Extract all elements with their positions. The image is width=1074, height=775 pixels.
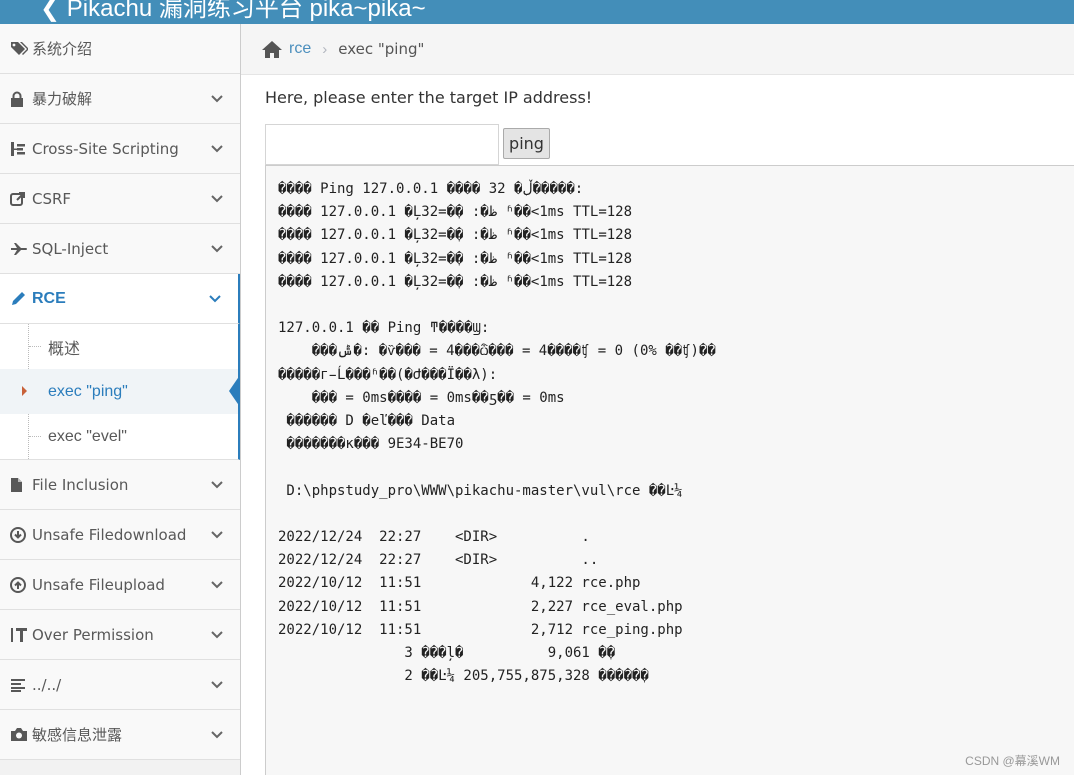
align-left-icon [10, 678, 30, 692]
sidebar-item-sqli[interactable]: SQL-Inject [0, 224, 240, 274]
app-logo-icon: ❮ [40, 0, 61, 22]
submenu-item-exec-evel[interactable]: exec "evel" [0, 414, 238, 459]
submenu-item-label: 概述 [48, 340, 81, 358]
upload-icon [10, 576, 30, 593]
sidebar-item-label: 暴力破解 [32, 90, 93, 108]
submenu-item-label: exec "evel" [48, 427, 127, 445]
sidebar-item-xss[interactable]: Cross-Site Scripting [0, 124, 240, 174]
rce-submenu: 概述 exec "ping" exec "evel" [0, 324, 240, 460]
tags-icon [10, 41, 30, 57]
share-icon [10, 191, 30, 207]
sidebar-item-label: 敏感信息泄露 [32, 726, 123, 744]
sidebar-item-file-inclusion[interactable]: File Inclusion [0, 460, 240, 510]
sidebar-item-filedownload[interactable]: Unsafe Filedownload [0, 510, 240, 560]
ip-address-input[interactable] [265, 124, 499, 165]
chevron-down-icon [211, 481, 223, 489]
chevron-down-icon [211, 245, 223, 253]
download-icon [10, 526, 30, 543]
ip-prompt-text: Here, please enter the target IP address… [265, 88, 593, 107]
chevron-down-icon [211, 95, 223, 103]
watermark: CSDN @幕溪WM [965, 754, 1060, 768]
sitemap-icon [10, 141, 30, 157]
breadcrumb-separator-icon: › [322, 40, 328, 58]
breadcrumb-current: exec "ping" [338, 40, 425, 58]
pencil-icon [10, 291, 30, 307]
sidebar-item-label: Cross-Site Scripting [32, 139, 179, 158]
ping-button[interactable]: ping [503, 128, 550, 159]
plane-icon [10, 242, 30, 256]
sidebar-item-info-leak[interactable]: 敏感信息泄露 [0, 710, 240, 760]
sidebar-item-intro[interactable]: 系统介绍 [0, 24, 240, 74]
sidebar-item-label: SQL-Inject [32, 239, 109, 258]
caret-right-icon [22, 386, 27, 396]
breadcrumb: rce › exec "ping" [241, 24, 1074, 75]
sidebar-item-fileupload[interactable]: Unsafe Fileupload [0, 560, 240, 610]
home-icon[interactable] [261, 39, 283, 59]
sidebar-item-label: File Inclusion [32, 475, 129, 494]
submenu-item-exec-ping[interactable]: exec "ping" [0, 369, 240, 414]
chevron-down-icon [211, 631, 223, 639]
sidebar-item-label: Unsafe Filedownload [32, 525, 187, 544]
submenu-item-overview[interactable]: 概述 [0, 324, 238, 369]
chevron-down-icon [211, 145, 223, 153]
submenu-item-label: exec "ping" [48, 382, 128, 400]
file-icon [10, 477, 30, 493]
top-navbar: ❮ Pikachu 漏洞练习平台 pika~pika~ [0, 0, 1074, 24]
chevron-down-icon [211, 531, 223, 539]
command-output-panel: ���� Ping 127.0.0.1 ���� 32 �ֽڵ�����: ��… [265, 165, 1074, 775]
chevron-down-icon [211, 731, 223, 739]
chevron-down-icon [211, 581, 223, 589]
sidebar-item-label: Over Permission [32, 625, 154, 644]
camera-icon [10, 727, 30, 742]
sidebar-item-label: CSRF [32, 189, 72, 208]
sidebar-item-bruteforce[interactable]: 暴力破解 [0, 74, 240, 124]
app-title[interactable]: ❮ Pikachu 漏洞练习平台 pika~pika~ [40, 0, 426, 23]
sidebar-item-rce[interactable]: RCE [0, 274, 240, 324]
sidebar-item-over-permission[interactable]: Over Permission [0, 610, 240, 660]
tree-connector [29, 346, 41, 347]
sidebar-item-csrf[interactable]: CSRF [0, 174, 240, 224]
command-output-text: ���� Ping 127.0.0.1 ���� 32 �ֽڵ�����: ��… [278, 181, 716, 685]
tree-connector [29, 436, 41, 437]
sidebar-item-label: Unsafe Fileupload [32, 575, 165, 594]
app-title-text: Pikachu 漏洞练习平台 pika~pika~ [66, 0, 426, 22]
sidebar-item-label: ../../ [32, 675, 62, 694]
chevron-down-icon [211, 681, 223, 689]
lock-icon [10, 91, 30, 107]
chevron-down-icon [209, 295, 221, 303]
sidebar-item-label: 系统介绍 [32, 40, 93, 58]
active-pointer [229, 375, 240, 407]
sidebar: 系统介绍 暴力破解 Cross-Site Scripting CSRF SQL-… [0, 24, 241, 775]
text-height-icon [10, 627, 30, 643]
sidebar-item-label: RCE [32, 289, 66, 307]
chevron-down-icon [211, 195, 223, 203]
breadcrumb-link-rce[interactable]: rce [289, 40, 311, 58]
sidebar-item-dir-traversal[interactable]: ../../ [0, 660, 240, 710]
